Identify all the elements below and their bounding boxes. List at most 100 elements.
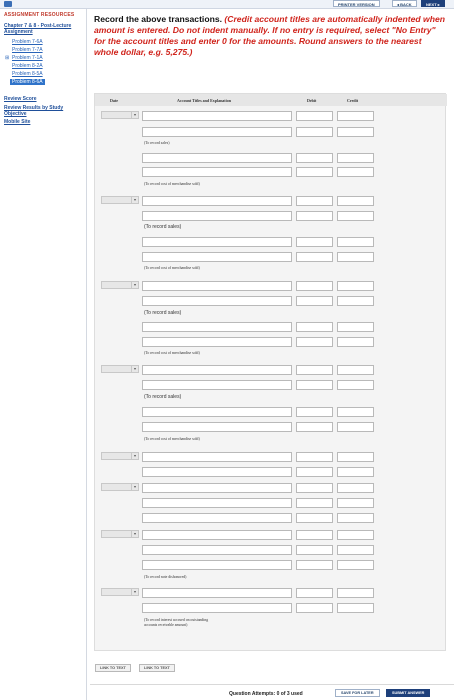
- debit-input[interactable]: [296, 111, 333, 121]
- expand-icon[interactable]: ⊞: [5, 55, 9, 61]
- credit-input[interactable]: [337, 483, 374, 493]
- credit-input[interactable]: [337, 127, 374, 137]
- date-select[interactable]: ▾: [101, 365, 139, 373]
- credit-input[interactable]: [337, 545, 374, 555]
- debit-input[interactable]: [296, 237, 333, 247]
- chapter-link[interactable]: Chapter 7 & 8 - Post-Lecture Assignment: [4, 23, 80, 35]
- debit-input[interactable]: [296, 452, 333, 462]
- debit-input[interactable]: [296, 588, 333, 598]
- account-title-input[interactable]: [142, 560, 292, 570]
- account-title-input[interactable]: [142, 603, 292, 613]
- debit-input[interactable]: [296, 337, 333, 347]
- account-title-input[interactable]: [142, 237, 292, 247]
- date-select[interactable]: ▾: [101, 196, 139, 204]
- debit-input[interactable]: [296, 211, 333, 221]
- credit-input[interactable]: [337, 296, 374, 306]
- debit-input[interactable]: [296, 296, 333, 306]
- credit-input[interactable]: [337, 237, 374, 247]
- save-for-later-button[interactable]: SAVE FOR LATER: [335, 689, 380, 697]
- credit-input[interactable]: [337, 211, 374, 221]
- debit-input[interactable]: [296, 560, 333, 570]
- date-select[interactable]: ▾: [101, 483, 139, 491]
- printer-version-button[interactable]: PRINTER VERSION: [333, 0, 380, 7]
- credit-input[interactable]: [337, 530, 374, 540]
- credit-input[interactable]: [337, 467, 374, 477]
- account-title-input[interactable]: [142, 111, 292, 121]
- debit-input[interactable]: [296, 467, 333, 477]
- account-title-input[interactable]: [142, 545, 292, 555]
- credit-input[interactable]: [337, 603, 374, 613]
- credit-input[interactable]: [337, 560, 374, 570]
- credit-input[interactable]: [337, 252, 374, 262]
- link-to-text-button[interactable]: LINK TO TEXT: [95, 664, 131, 672]
- submit-answer-button[interactable]: SUBMIT ANSWER: [386, 689, 431, 697]
- account-title-input[interactable]: [142, 498, 292, 508]
- credit-input[interactable]: [337, 196, 374, 206]
- account-title-input[interactable]: [142, 380, 292, 390]
- debit-input[interactable]: [296, 153, 333, 163]
- credit-input[interactable]: [337, 337, 374, 347]
- account-title-input[interactable]: [142, 422, 292, 432]
- account-title-input[interactable]: [142, 467, 292, 477]
- credit-input[interactable]: [337, 153, 374, 163]
- date-select[interactable]: ▾: [101, 111, 139, 119]
- mobile-site-link[interactable]: Mobile Site: [4, 119, 84, 125]
- sidebar-item-problem-8-6a[interactable]: Problem 8-6A: [10, 79, 45, 85]
- credit-input[interactable]: [337, 407, 374, 417]
- credit-input[interactable]: [337, 111, 374, 121]
- account-title-input[interactable]: [142, 407, 292, 417]
- date-select[interactable]: ▾: [101, 452, 139, 460]
- debit-input[interactable]: [296, 407, 333, 417]
- sidebar-item-problem-7-7a[interactable]: Problem 7-7A: [12, 47, 43, 53]
- review-score-link[interactable]: Review Score: [4, 96, 84, 102]
- credit-input[interactable]: [337, 513, 374, 523]
- credit-input[interactable]: [337, 365, 374, 375]
- back-button[interactable]: ◂ BACK: [392, 0, 417, 7]
- credit-input[interactable]: [337, 588, 374, 598]
- book-icon[interactable]: [4, 1, 12, 7]
- credit-input[interactable]: [337, 422, 374, 432]
- debit-input[interactable]: [296, 365, 333, 375]
- date-select[interactable]: ▾: [101, 588, 139, 596]
- debit-input[interactable]: [296, 530, 333, 540]
- account-title-input[interactable]: [142, 167, 292, 177]
- credit-input[interactable]: [337, 452, 374, 462]
- account-title-input[interactable]: [142, 211, 292, 221]
- account-title-input[interactable]: [142, 296, 292, 306]
- account-title-input[interactable]: [142, 252, 292, 262]
- account-title-input[interactable]: [142, 513, 292, 523]
- debit-input[interactable]: [296, 483, 333, 493]
- debit-input[interactable]: [296, 196, 333, 206]
- account-title-input[interactable]: [142, 337, 292, 347]
- debit-input[interactable]: [296, 167, 333, 177]
- debit-input[interactable]: [296, 322, 333, 332]
- sidebar-item-problem-7-1a[interactable]: Problem 7-1A: [12, 55, 43, 61]
- account-title-input[interactable]: [142, 588, 292, 598]
- account-title-input[interactable]: [142, 127, 292, 137]
- account-title-input[interactable]: [142, 452, 292, 462]
- debit-input[interactable]: [296, 380, 333, 390]
- next-button[interactable]: NEXT ▸: [421, 0, 445, 7]
- credit-input[interactable]: [337, 167, 374, 177]
- account-title-input[interactable]: [142, 483, 292, 493]
- date-select[interactable]: ▾: [101, 281, 139, 289]
- account-title-input[interactable]: [142, 196, 292, 206]
- sidebar-item-problem-8-5a[interactable]: Problem 8-5A: [12, 71, 43, 77]
- account-title-input[interactable]: [142, 153, 292, 163]
- account-title-input[interactable]: [142, 365, 292, 375]
- review-results-link[interactable]: Review Results by Study Objective: [4, 105, 84, 117]
- sidebar-item-problem-8-2a[interactable]: Problem 8-2A: [12, 63, 43, 69]
- link-to-text-button[interactable]: LINK TO TEXT: [139, 664, 175, 672]
- debit-input[interactable]: [296, 498, 333, 508]
- sidebar-item-problem-7-6a[interactable]: Problem 7-6A: [12, 39, 43, 45]
- account-title-input[interactable]: [142, 322, 292, 332]
- debit-input[interactable]: [296, 281, 333, 291]
- date-select[interactable]: ▾: [101, 530, 139, 538]
- account-title-input[interactable]: [142, 281, 292, 291]
- credit-input[interactable]: [337, 380, 374, 390]
- debit-input[interactable]: [296, 422, 333, 432]
- debit-input[interactable]: [296, 603, 333, 613]
- debit-input[interactable]: [296, 545, 333, 555]
- credit-input[interactable]: [337, 281, 374, 291]
- debit-input[interactable]: [296, 252, 333, 262]
